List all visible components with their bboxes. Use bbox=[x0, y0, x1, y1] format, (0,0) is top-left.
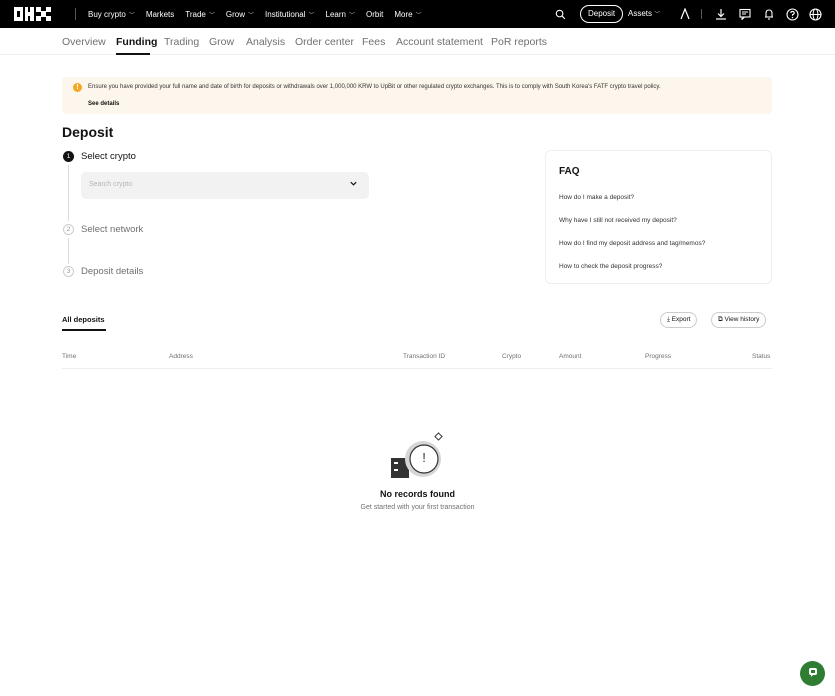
download-icon: ⤓ bbox=[667, 316, 670, 323]
chevron-down-icon: ﹀ bbox=[208, 12, 215, 19]
user-icon[interactable] bbox=[678, 7, 692, 21]
step-connector bbox=[68, 165, 69, 221]
faq-item[interactable]: How do I make a deposit? bbox=[559, 194, 634, 201]
step-1-label: Select crypto bbox=[81, 151, 136, 162]
globe-icon[interactable] bbox=[808, 7, 822, 21]
chevron-down-icon: ﹀ bbox=[248, 12, 255, 19]
table-divider bbox=[62, 368, 772, 369]
tab-funding[interactable]: Funding bbox=[116, 36, 157, 48]
bell-icon[interactable] bbox=[762, 7, 776, 21]
export-label: Export bbox=[671, 316, 691, 323]
search-icon[interactable] bbox=[553, 7, 567, 21]
assets-label: Assets bbox=[628, 9, 653, 18]
chevron-down-icon bbox=[349, 179, 358, 190]
chevron-down-icon: ﹀ bbox=[654, 12, 661, 18]
help-icon[interactable] bbox=[785, 7, 799, 21]
active-tab-indicator bbox=[116, 53, 150, 55]
step-3-number: 3 bbox=[63, 266, 74, 277]
faq-item[interactable]: How to check the deposit progress? bbox=[559, 263, 662, 270]
tab-overview[interactable]: Overview bbox=[62, 36, 106, 48]
empty-state-subtitle: Get started with your first transaction bbox=[360, 504, 475, 511]
tab-fees[interactable]: Fees bbox=[362, 36, 385, 48]
nav-label: Institutional bbox=[265, 9, 306, 19]
step-2-number: 2 bbox=[63, 224, 74, 235]
nav-trade[interactable]: Trade ﹀ bbox=[185, 10, 215, 19]
tab-account-statement[interactable]: Account statement bbox=[396, 36, 483, 48]
tab-analysis[interactable]: Analysis bbox=[246, 36, 285, 48]
nav-label: Orbit bbox=[366, 9, 384, 19]
nav-grow[interactable]: Grow ﹀ bbox=[226, 10, 254, 19]
chevron-down-icon: ﹀ bbox=[348, 12, 355, 19]
column-header-crypto: Crypto bbox=[502, 353, 522, 360]
export-button[interactable]: ⤓ Export bbox=[660, 312, 698, 328]
step-1-number: 1 bbox=[63, 151, 74, 162]
main-nav-links: Buy crypto ﹀ Markets Trade ﹀ Grow ﹀ Institu… bbox=[88, 0, 433, 28]
page-title: Deposit bbox=[62, 124, 114, 140]
nav-buy-crypto[interactable]: Buy crypto ﹀ bbox=[88, 10, 135, 19]
assets-menu[interactable]: Assets ﹀ bbox=[628, 0, 660, 28]
nav-learn[interactable]: Learn ﹀ bbox=[326, 10, 355, 19]
nav-label: Markets bbox=[145, 9, 175, 19]
chevron-down-icon: ﹀ bbox=[128, 12, 135, 19]
notice-message: Ensure you have provided your full name … bbox=[88, 84, 661, 90]
tab-all-deposits[interactable]: All deposits bbox=[62, 315, 105, 324]
active-tab-indicator bbox=[62, 329, 106, 331]
column-header-address: Address bbox=[169, 353, 193, 360]
chevron-down-icon: ﹀ bbox=[308, 12, 315, 19]
column-header-time: Time bbox=[62, 353, 77, 360]
travel-rule-notice: ! Ensure you have provided your full nam… bbox=[62, 77, 772, 114]
nav-more[interactable]: More ﹀ bbox=[394, 10, 421, 19]
message-icon[interactable] bbox=[738, 7, 752, 21]
tab-por-reports[interactable]: PoR reports bbox=[491, 36, 547, 48]
empty-state-title: No records found bbox=[379, 489, 455, 499]
nav-divider bbox=[701, 9, 702, 19]
column-header-amount: Amount bbox=[559, 353, 582, 360]
nav-markets[interactable]: Markets bbox=[146, 10, 174, 19]
tab-trading[interactable]: Trading bbox=[164, 36, 199, 48]
nav-label: Trade bbox=[185, 9, 206, 19]
funding-subnav: Overview Funding Trading Grow Analysis O… bbox=[0, 28, 835, 55]
support-chat-button[interactable] bbox=[800, 661, 825, 686]
history-icon: ⧉ bbox=[718, 316, 723, 323]
see-details-link[interactable]: See details bbox=[88, 101, 119, 107]
tab-grow[interactable]: Grow bbox=[209, 36, 234, 48]
column-header-progress: Progress bbox=[645, 353, 672, 360]
top-navbar: Buy crypto ﹀ Markets Trade ﹀ Grow ﹀ Institu… bbox=[0, 0, 835, 28]
nav-label: Buy crypto bbox=[88, 9, 126, 19]
empty-records-illustration: ! bbox=[388, 432, 448, 480]
faq-item[interactable]: How do I find my deposit address and tag… bbox=[559, 240, 705, 247]
nav-label: Grow bbox=[225, 9, 246, 19]
faq-item[interactable]: Why have I still not received my deposit… bbox=[559, 217, 677, 224]
view-history-button[interactable]: ⧉ View history bbox=[711, 312, 767, 328]
deposit-button[interactable]: Deposit bbox=[580, 5, 624, 23]
step-connector bbox=[68, 238, 69, 264]
faq-panel: FAQ How do I make a deposit? Why have I … bbox=[545, 150, 772, 284]
nav-label: More bbox=[394, 9, 413, 19]
tab-order-center[interactable]: Order center bbox=[295, 36, 354, 48]
step-3-label: Deposit details bbox=[81, 266, 144, 277]
column-header-status: Status bbox=[752, 353, 771, 360]
nav-divider bbox=[75, 8, 76, 20]
nav-orbit[interactable]: Orbit bbox=[366, 10, 383, 19]
column-header-transaction-id: Transaction ID bbox=[403, 353, 446, 360]
chat-icon bbox=[807, 665, 819, 683]
chevron-down-icon: ﹀ bbox=[415, 12, 422, 19]
okx-logo[interactable] bbox=[14, 7, 60, 21]
download-icon[interactable] bbox=[714, 7, 728, 21]
view-history-label: View history bbox=[724, 316, 760, 323]
warning-icon: ! bbox=[73, 83, 82, 92]
exclamation-icon: ! bbox=[422, 450, 426, 465]
crypto-select[interactable]: Search crypto bbox=[81, 172, 369, 199]
step-2-label: Select network bbox=[81, 224, 144, 235]
nav-institutional[interactable]: Institutional ﹀ bbox=[265, 10, 314, 19]
nav-label: Learn bbox=[325, 9, 346, 19]
search-crypto-placeholder: Search crypto bbox=[89, 181, 133, 188]
faq-title: FAQ bbox=[559, 166, 580, 177]
